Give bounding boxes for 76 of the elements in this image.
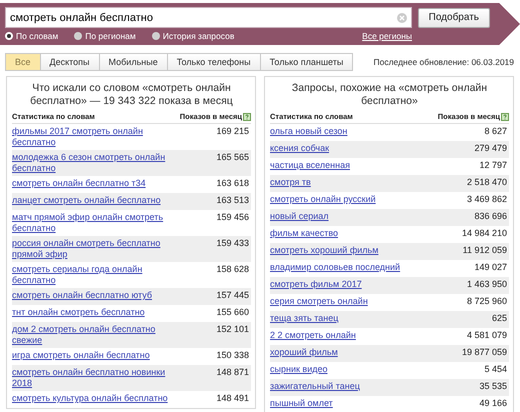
mode-radio[interactable]: По словам [5, 31, 58, 41]
query-link[interactable]: ольга новый сезон [270, 126, 348, 137]
search-value: смотреть онлайн бесплатно [10, 12, 154, 24]
count-cell-text: 152 101 [216, 324, 250, 335]
query-link[interactable]: ланцет смотреть онлайн бесплатно [12, 195, 161, 206]
regions-link[interactable]: Все регионы [362, 31, 412, 41]
count-cell-text: 1 463 950 [466, 279, 508, 290]
query-link[interactable]: 2 2 смотреть онлайн [270, 330, 356, 341]
count-cell-text: 8 627 [484, 126, 508, 137]
query-link[interactable]: смотреть онлайн русский [270, 194, 376, 205]
count-cell-text: 169 215 [216, 126, 250, 137]
count-cell-text: 4 581 079 [466, 330, 508, 341]
count-cell-text: 148 871 [216, 367, 250, 378]
count-cell-text: 35 535 [479, 381, 508, 392]
query-link[interactable]: фильмы 2017 смотреть онлайн бесплатно [12, 126, 176, 148]
count-cell-text: 155 660 [216, 307, 250, 318]
query-link[interactable]: частица вселенная [270, 160, 350, 171]
submit-button[interactable]: Подобрать [418, 8, 490, 28]
query-link[interactable]: сырник видео [270, 364, 328, 375]
device-tab[interactable]: Только планшеты [260, 53, 354, 71]
count-cell-text: 165 565 [216, 152, 250, 163]
count-cell-text: 158 628 [216, 264, 250, 275]
query-link[interactable]: молодежка 6 сезон смотреть онлайн бесплатно [12, 152, 176, 174]
mode-radio[interactable]: По регионам [74, 31, 136, 41]
query-link[interactable]: хороший фильм [270, 347, 338, 358]
query-link[interactable]: новый сериал [270, 211, 329, 222]
count-cell-text: 159 433 [216, 238, 250, 249]
count-cell-text: 19 877 059 [462, 347, 508, 358]
count-cell-text: 279 479 [474, 143, 508, 154]
help-icon[interactable] [501, 112, 509, 120]
query-link[interactable]: тнт онлайн смотреть бесплатно [12, 307, 145, 318]
device-tab[interactable]: Только телефоны [166, 53, 261, 71]
count-cell-text: 14 984 210 [462, 228, 508, 239]
panel-title: Запросы, похожие на «смотреть онлайн бесплатно» [290, 81, 488, 109]
query-link[interactable]: смотря тв [270, 177, 311, 188]
count-cell-text: 157 445 [216, 290, 250, 301]
query-link[interactable]: зажигательный танец [270, 381, 360, 392]
query-link[interactable]: смотреть сериалы года онлайн бесплатно [12, 264, 176, 286]
count-cell-text: 148 491 [216, 393, 250, 404]
count-cell-text: 11 912 059 [462, 245, 508, 256]
last-update-text: Последнее обновление: 06.03.2019 [373, 57, 514, 67]
search-field[interactable]: смотреть онлайн бесплатно [5, 7, 412, 28]
count-cell-text: 8 725 960 [466, 296, 508, 307]
query-link[interactable]: дом 2 смотреть онлайн бесплатно свежие [12, 324, 176, 346]
query-link[interactable]: смотреть фильм 2017 [270, 279, 362, 290]
query-link[interactable]: смотреть хороший фильм [270, 245, 378, 256]
panel-title: Что искали со словом «смотреть онлайн бесплатно» — 19 343 322 показа в месяц [29, 81, 234, 109]
query-link[interactable]: матч прямой эфир онлайн смотреть бесплатно [12, 212, 176, 234]
device-tab[interactable]: Мобильные [98, 53, 168, 71]
count-cell-text: 625 [492, 313, 508, 324]
count-cell-text: 163 513 [216, 195, 250, 206]
query-link[interactable]: серия смотреть онлайн [270, 296, 368, 307]
query-link[interactable]: смотреть онлайн бесплатно ютуб [12, 290, 152, 301]
help-icon[interactable] [243, 112, 251, 120]
count-cell-text: 836 696 [474, 211, 508, 222]
query-link[interactable]: теща зять танец [270, 313, 338, 324]
query-link[interactable]: владимир соловьев последний [270, 262, 400, 273]
query-link[interactable]: смотреть культура онлайн бесплатно [12, 393, 168, 404]
count-cell-text: 150 338 [216, 350, 250, 361]
device-tab[interactable]: Десктопы [40, 53, 100, 71]
mode-radio[interactable]: История запросов [152, 31, 234, 41]
count-cell-text: 163 618 [216, 178, 250, 189]
query-link[interactable]: смотреть онлайн бесплатно т34 [12, 178, 146, 189]
count-cell-text: 5 454 [484, 364, 508, 375]
count-cell-text: 3 469 862 [466, 194, 508, 205]
count-cell-text: 12 797 [479, 160, 508, 171]
query-link[interactable]: россия онлайн смотреть бесплатно прямой эфир [12, 238, 176, 260]
count-cell-text: 49 166 [479, 398, 508, 409]
query-link[interactable]: фильм качество [270, 228, 338, 239]
query-link[interactable]: игра смотреть онлайн бесплатно [12, 350, 150, 361]
query-link[interactable]: ксения собчак [270, 143, 330, 154]
query-link[interactable]: смотреть онлайн бесплатно новинки 2018 [12, 367, 176, 389]
count-cell-text: 149 027 [474, 262, 508, 273]
query-link[interactable]: пышный омлет [270, 398, 333, 409]
count-cell-text: 159 456 [216, 212, 250, 223]
count-cell-text: 2 518 470 [466, 177, 508, 188]
